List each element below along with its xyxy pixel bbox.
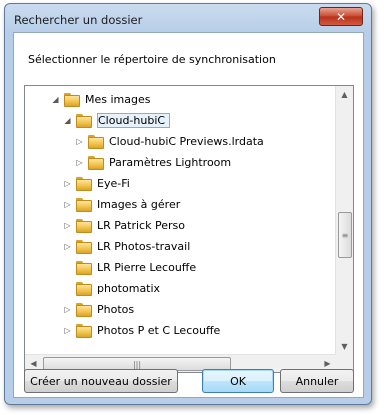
folder-icon <box>76 261 92 275</box>
tree-item[interactable]: ◢ Cloud-hubiC <box>63 111 171 130</box>
vertical-scrollbar[interactable]: ▲ ≡ ▼ <box>335 86 353 355</box>
folder-icon <box>64 93 80 107</box>
expand-arrow-icon[interactable]: ▷ <box>63 326 72 335</box>
tree-item[interactable]: ▷ Cloud-hubiC Previews.lrdata <box>75 132 264 151</box>
expand-arrow-icon[interactable]: ▷ <box>63 221 72 230</box>
dialog-description: Sélectionner le répertoire de synchronis… <box>28 53 276 66</box>
folder-browser-dialog: Rechercher un dossier ✕ Sélectionner le … <box>4 3 372 405</box>
folder-icon <box>76 198 92 212</box>
tree-item[interactable]: ▷ Photos <box>63 300 134 319</box>
dialog-title: Rechercher un dossier <box>14 13 143 27</box>
tree-item-label: Photos P et C Lecouffe <box>97 324 221 337</box>
folder-icon <box>76 219 92 233</box>
tree-item-label: Photos <box>97 303 135 316</box>
tree-item-label: Mes images <box>85 93 151 106</box>
vertical-scroll-thumb[interactable]: ≡ <box>338 212 352 258</box>
folder-icon <box>76 303 92 317</box>
tree-item-label: photomatix <box>97 282 161 295</box>
cancel-button[interactable]: Annuler <box>280 369 354 393</box>
tree-item[interactable]: ◢ Mes images <box>51 90 150 109</box>
collapse-arrow-icon[interactable]: ◢ <box>51 95 60 104</box>
folder-icon <box>76 177 92 191</box>
tree-item[interactable]: ▷ Images à gérer <box>63 195 180 214</box>
scroll-down-arrow-icon[interactable]: ▼ <box>336 338 353 355</box>
folder-icon <box>88 135 104 149</box>
tree-item-label: LR Patrick Perso <box>97 219 185 232</box>
folder-tree[interactable]: ◢ Mes images ◢ Cloud-hubiC ▷ Cloud-hubiC Prev… <box>24 85 354 373</box>
tree-item[interactable]: LR Pierre Lecouffe <box>63 258 196 277</box>
tree-item-label: Images à gérer <box>97 198 181 211</box>
folder-icon <box>76 324 92 338</box>
tree-item-label: Eye-Fi <box>97 177 130 190</box>
tree-item-label: Cloud-hubiC <box>97 113 171 128</box>
dialog-client-area: Sélectionner le répertoire de synchronis… <box>13 32 364 398</box>
ok-button[interactable]: OK <box>202 369 274 393</box>
tree-item[interactable]: photomatix <box>63 279 160 298</box>
folder-icon <box>76 114 92 128</box>
tree-item-label: Cloud-hubiC Previews.lrdata <box>109 135 264 148</box>
expand-arrow-icon[interactable]: ▷ <box>63 242 72 251</box>
tree-item-label: LR Pierre Lecouffe <box>97 261 197 274</box>
tree-item[interactable]: ▷ Eye-Fi <box>63 174 130 193</box>
tree-item[interactable]: ▷ Paramètres Lightroom <box>75 153 231 172</box>
new-folder-button[interactable]: Créer un nouveau dossier <box>24 369 178 393</box>
tree-item-label: LR Photos-travail <box>97 240 191 253</box>
expand-arrow-icon[interactable]: ▷ <box>75 158 84 167</box>
scroll-up-arrow-icon[interactable]: ▲ <box>336 86 353 103</box>
tree-item[interactable]: ▷ LR Photos-travail <box>63 237 190 256</box>
expand-arrow-icon[interactable]: ▷ <box>75 137 84 146</box>
folder-icon <box>88 156 104 170</box>
tree-item[interactable]: ▷ Photos P et C Lecouffe <box>63 321 220 340</box>
close-button[interactable]: ✕ <box>319 7 363 26</box>
tree-item[interactable]: ▷ LR Patrick Perso <box>63 216 185 235</box>
folder-icon <box>76 282 92 296</box>
collapse-arrow-icon[interactable]: ◢ <box>63 116 72 125</box>
expand-arrow-icon[interactable]: ▷ <box>63 200 72 209</box>
tree-item-label: Paramètres Lightroom <box>109 156 232 169</box>
folder-icon <box>76 240 92 254</box>
expand-arrow-icon[interactable]: ▷ <box>63 179 72 188</box>
expand-arrow-icon[interactable]: ▷ <box>63 305 72 314</box>
